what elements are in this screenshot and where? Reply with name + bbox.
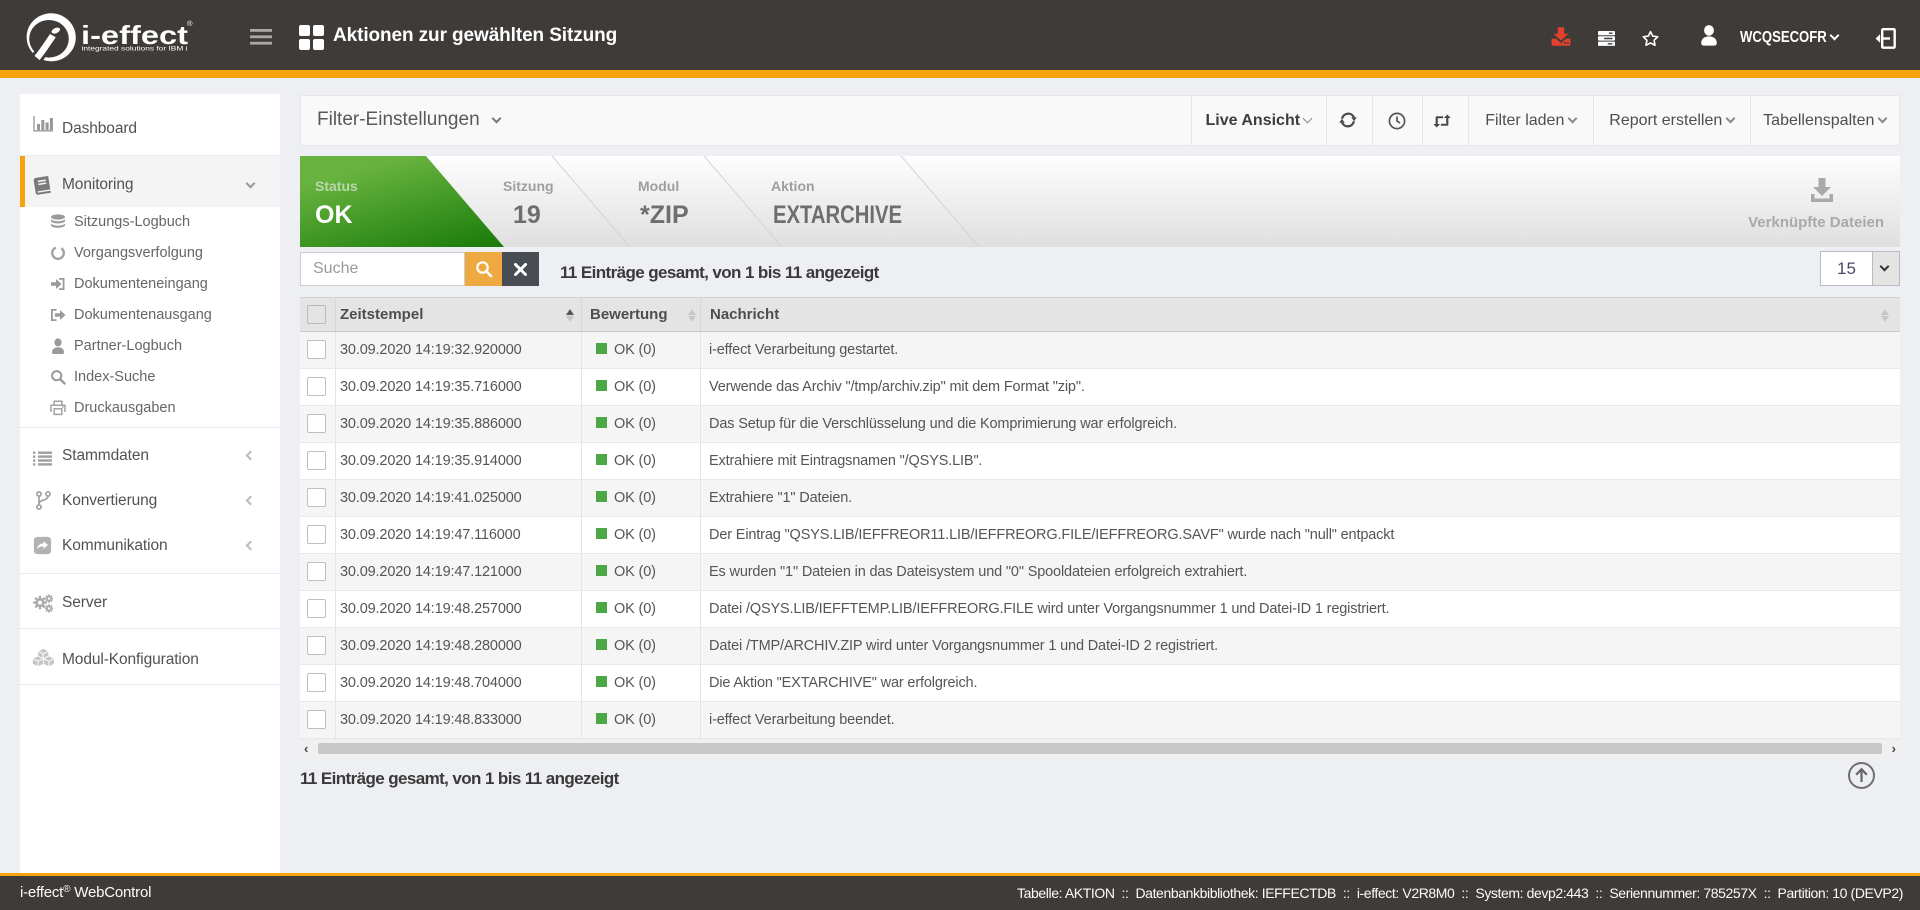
svg-text:®: ® (187, 19, 193, 28)
svg-text:integrated solutions for IBM i: integrated solutions for IBM i (82, 46, 189, 53)
